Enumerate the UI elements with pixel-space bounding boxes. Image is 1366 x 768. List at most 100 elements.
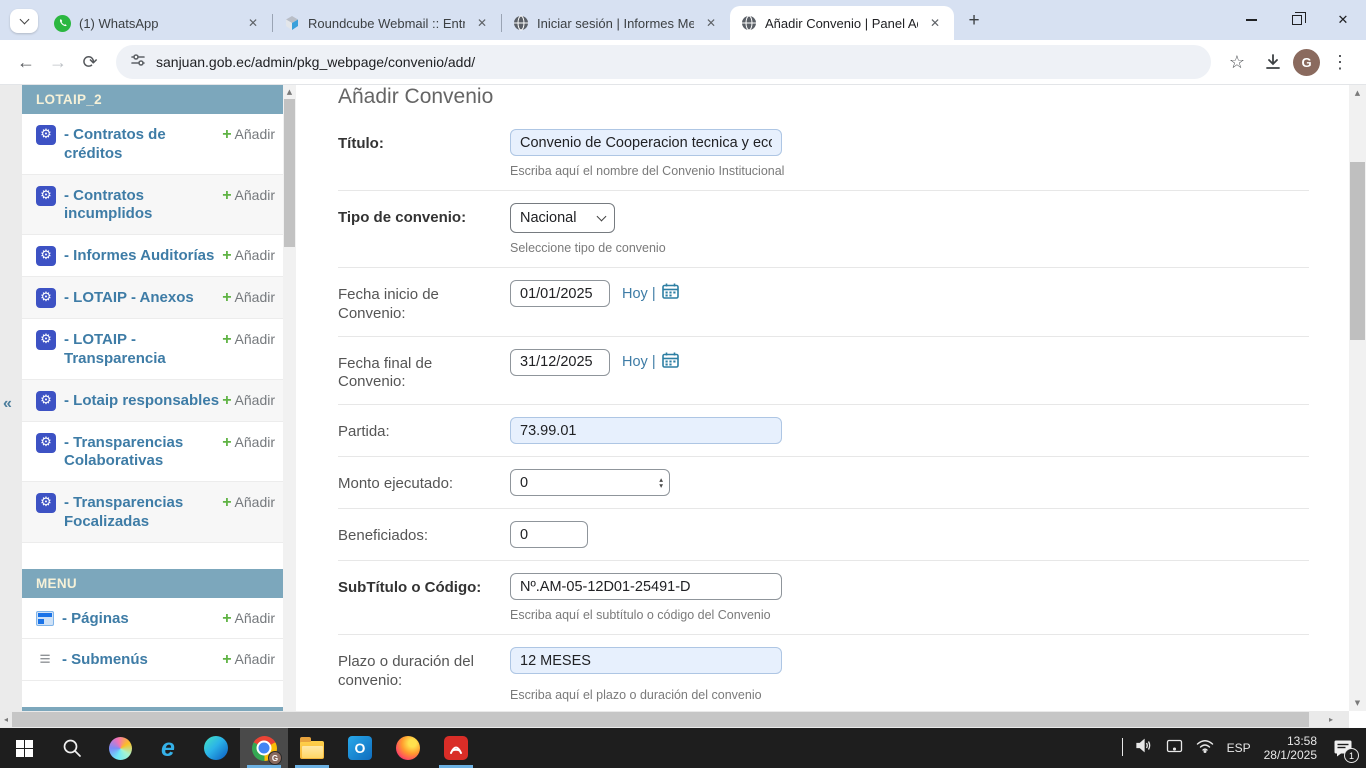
hoy-link[interactable]: Hoy | xyxy=(622,286,656,302)
reload-button[interactable]: ⟳ xyxy=(74,46,106,78)
horizontal-scrollbar-thumb[interactable] xyxy=(12,712,1309,727)
add-link[interactable]: +Añadir xyxy=(222,287,275,307)
taskbar-search-button[interactable] xyxy=(48,728,96,768)
tab-roundcube[interactable]: Roundcube Webmail :: Entrada ✕ xyxy=(273,6,501,40)
new-tab-button[interactable]: + xyxy=(960,7,988,35)
gear-icon: ⚙ xyxy=(36,330,56,350)
forward-button[interactable]: → xyxy=(42,46,74,78)
tab-anadir-convenio-active[interactable]: Añadir Convenio | Panel Admin ✕ xyxy=(730,6,954,40)
tune-icon[interactable] xyxy=(130,52,146,73)
tab-informes[interactable]: Iniciar sesión | Informes Mensu ✕ xyxy=(502,6,730,40)
taskbar-outlook-button[interactable]: O xyxy=(336,728,384,768)
taskbar-ie-button[interactable]: e xyxy=(144,728,192,768)
gear-icon: ⚙ xyxy=(36,433,56,453)
add-link[interactable]: +Añadir xyxy=(222,329,275,349)
sidebar-item-submenus[interactable]: ≡ - Submenús +Añadir xyxy=(22,639,283,681)
vertical-scrollbar[interactable]: ▲ ▼ xyxy=(1349,85,1366,711)
number-spinner[interactable]: ▴▾ xyxy=(659,477,663,489)
scroll-up-icon[interactable]: ▲ xyxy=(1349,89,1366,97)
field-help: Escriba aquí el nombre del Convenio Inst… xyxy=(510,164,784,178)
taskbar-chrome-button[interactable]: G xyxy=(240,728,288,768)
titulo-input[interactable] xyxy=(510,129,782,156)
plazo-input[interactable] xyxy=(510,647,782,674)
scroll-up-icon[interactable]: ▲ xyxy=(283,88,296,96)
add-link[interactable]: +Añadir xyxy=(222,185,275,205)
start-button[interactable] xyxy=(0,728,48,768)
tray-expand-icon[interactable] xyxy=(1122,739,1123,757)
monto-ejecutado-input[interactable] xyxy=(510,469,670,496)
fecha-inicio-input[interactable] xyxy=(510,280,610,307)
close-tab-icon[interactable]: ✕ xyxy=(926,14,944,32)
horizontal-scrollbar[interactable]: ◂ ▸ xyxy=(0,711,1349,728)
wifi-icon[interactable] xyxy=(1196,739,1214,758)
profile-avatar[interactable]: G xyxy=(1293,49,1320,76)
sidebar-collapse-button[interactable]: « xyxy=(3,395,12,413)
add-link[interactable]: +Añadir xyxy=(222,390,275,410)
address-bar[interactable]: sanjuan.gob.ec/admin/pkg_webpage/conveni… xyxy=(116,45,1211,79)
bookmark-star-icon[interactable]: ☆ xyxy=(1221,46,1253,78)
scroll-left-icon[interactable]: ◂ xyxy=(0,711,12,728)
admin-sidebar: LOTAIP_2 ⚙ - Contratos de créditos +Añad… xyxy=(22,85,283,711)
scroll-down-icon[interactable]: ▼ xyxy=(1349,699,1366,707)
taskbar-copilot-button[interactable] xyxy=(96,728,144,768)
taskbar-acrobat-button[interactable] xyxy=(432,728,480,768)
browser-menu-icon[interactable]: ⋮ xyxy=(1324,46,1356,78)
hoy-link[interactable]: Hoy | xyxy=(622,354,656,370)
sidebar-item-contratos-incumplidos[interactable]: ⚙ - Contratos incumplidos +Añadir xyxy=(22,175,283,236)
sidebar-scrollbar[interactable]: ▲ xyxy=(283,85,296,711)
action-center-button[interactable]: 1 xyxy=(1330,735,1356,761)
add-link[interactable]: +Añadir xyxy=(222,492,275,512)
volume-icon[interactable] xyxy=(1136,738,1153,758)
tab-title: Iniciar sesión | Informes Mensu xyxy=(537,16,694,31)
add-link[interactable]: +Añadir xyxy=(222,124,275,144)
sidebar-item-lotaip-transparencia[interactable]: ⚙ - LOTAIP - Transparencia +Añadir xyxy=(22,319,283,380)
add-link[interactable]: +Añadir xyxy=(222,649,275,669)
partida-input[interactable] xyxy=(510,417,782,444)
add-link[interactable]: +Añadir xyxy=(222,432,275,452)
fecha-final-input[interactable] xyxy=(510,349,610,376)
tablet-mode-icon[interactable] xyxy=(1166,739,1183,758)
tab-whatsapp[interactable]: (1) WhatsApp ✕ xyxy=(44,6,272,40)
sidebar-item-lotaip-anexos[interactable]: ⚙ - LOTAIP - Anexos +Añadir xyxy=(22,277,283,319)
close-tab-icon[interactable]: ✕ xyxy=(473,14,491,32)
gear-icon: ⚙ xyxy=(36,493,56,513)
form-row-titulo: Título: Escriba aquí el nombre del Conve… xyxy=(338,117,1309,191)
restore-button[interactable] xyxy=(1274,0,1320,40)
back-button[interactable]: ← xyxy=(10,46,42,78)
taskbar-edge-button[interactable] xyxy=(192,728,240,768)
outlook-icon: O xyxy=(348,736,372,760)
beneficiados-input[interactable] xyxy=(510,521,588,548)
add-link[interactable]: +Añadir xyxy=(222,608,275,628)
tab-title: Roundcube Webmail :: Entrada xyxy=(308,16,465,31)
tab-search-button[interactable] xyxy=(10,9,38,33)
sidebar-item-transparencias-colaborativas[interactable]: ⚙ - Transparencias Colaborativas +Añadir xyxy=(22,422,283,483)
sidebar-item-paginas[interactable]: - Páginas +Añadir xyxy=(22,598,283,640)
close-window-button[interactable]: ✕ xyxy=(1320,0,1366,40)
sidebar-section-header: LOTAIP_2 xyxy=(22,85,283,114)
field-label: Título: xyxy=(338,129,510,154)
downloads-icon[interactable] xyxy=(1257,46,1289,78)
sidebar-scrollbar-thumb[interactable] xyxy=(284,99,295,247)
field-label: Beneficiados: xyxy=(338,521,510,546)
plus-icon: + xyxy=(222,651,231,668)
scroll-right-icon[interactable]: ▸ xyxy=(1325,711,1337,728)
sidebar-item-contratos-creditos[interactable]: ⚙ - Contratos de créditos +Añadir xyxy=(22,114,283,175)
sidebar-item-transparencias-focalizadas[interactable]: ⚙ - Transparencias Focalizadas +Añadir xyxy=(22,482,283,543)
taskbar-firefox-button[interactable] xyxy=(384,728,432,768)
tipo-convenio-select[interactable]: Nacional xyxy=(510,203,615,233)
taskbar-explorer-button[interactable] xyxy=(288,728,336,768)
sidebar-item-lotaip-responsables[interactable]: ⚙ - Lotaip responsables +Añadir xyxy=(22,380,283,422)
minimize-button[interactable] xyxy=(1228,0,1274,40)
calendar-icon[interactable] xyxy=(662,283,679,304)
chevron-down-icon xyxy=(19,15,29,25)
sidebar-item-informes-auditorias[interactable]: ⚙ - Informes Auditorías +Añadir xyxy=(22,235,283,277)
close-tab-icon[interactable]: ✕ xyxy=(702,14,720,32)
taskbar-clock[interactable]: 13:58 28/1/2025 xyxy=(1264,734,1317,762)
vertical-scrollbar-thumb[interactable] xyxy=(1350,162,1365,340)
add-link[interactable]: +Añadir xyxy=(222,245,275,265)
calendar-icon[interactable] xyxy=(662,352,679,373)
language-indicator[interactable]: ESP xyxy=(1227,741,1251,755)
url-text[interactable]: sanjuan.gob.ec/admin/pkg_webpage/conveni… xyxy=(156,54,475,70)
subtitulo-input[interactable] xyxy=(510,573,782,600)
close-tab-icon[interactable]: ✕ xyxy=(244,14,262,32)
